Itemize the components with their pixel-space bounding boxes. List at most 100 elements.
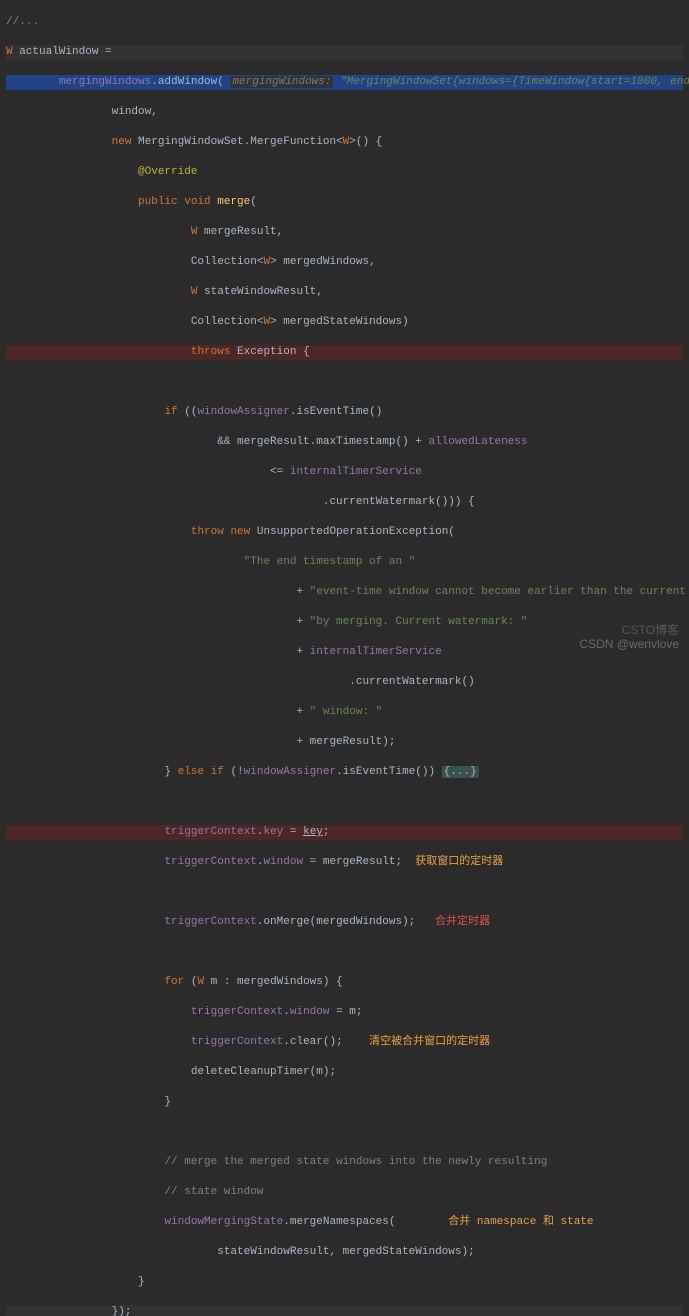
keyword: throws <box>191 346 231 358</box>
indent <box>6 526 191 538</box>
field: internalTimerService <box>290 466 422 478</box>
code-line: && mergeResult.maxTimestamp() + allowedL… <box>6 435 683 450</box>
indent <box>6 226 191 238</box>
field: windowAssigner <box>197 406 289 418</box>
text: Collection< <box>6 316 263 328</box>
code-line: public void merge( <box>6 195 683 210</box>
keyword: W <box>6 46 19 58</box>
code-line <box>6 1125 683 1140</box>
code-line: stateWindowResult, mergedStateWindows); <box>6 1245 683 1260</box>
code-editor[interactable]: //... W actualWindow = mergingWindows.ad… <box>0 0 689 1316</box>
code-line: + "event-time window cannot become earli… <box>6 585 683 600</box>
type: W <box>197 976 210 988</box>
annotation: @Override <box>138 166 197 178</box>
indent <box>6 1216 164 1228</box>
field: triggerContext <box>164 856 256 868</box>
field: key <box>263 826 283 838</box>
indent <box>6 136 112 148</box>
text: }); <box>6 1306 131 1316</box>
code-line: } else if (!windowAssigner.isEventTime()… <box>6 765 683 780</box>
text: . <box>283 1006 290 1018</box>
indent <box>6 1156 164 1168</box>
text: > mergedWindows, <box>270 256 376 268</box>
code-line: Collection<W> mergedStateWindows) <box>6 315 683 330</box>
reference: key <box>303 826 323 838</box>
text: + <box>6 706 310 718</box>
string: "The end timestamp of an " <box>244 556 416 568</box>
code-line: triggerContext.clear(); 清空被合并窗口的定时器 <box>6 1035 683 1050</box>
text: (( <box>178 406 198 418</box>
text: . <box>257 826 264 838</box>
code-line: }); <box>6 1305 683 1316</box>
code-line: W mergeResult, <box>6 225 683 240</box>
field: internalTimerService <box>310 646 442 658</box>
text: UnsupportedOperationException( <box>250 526 455 538</box>
indent <box>6 856 164 868</box>
text: .onMerge(mergedWindows); <box>257 916 415 928</box>
code-line: deleteCleanupTimer(m); <box>6 1065 683 1080</box>
param-hint-value: "MergingWindowSet{windows={TimeWindow{st… <box>333 76 689 88</box>
folded-block[interactable]: {...} <box>442 766 479 778</box>
code-line: windowMergingState.mergeNamespaces( 合并 n… <box>6 1215 683 1230</box>
text: Exception { <box>230 346 309 358</box>
field: allowedLateness <box>428 436 527 448</box>
code-line: @Override <box>6 165 683 180</box>
text: + <box>6 586 310 598</box>
code-line <box>6 885 683 900</box>
type: W <box>191 286 204 298</box>
text: stateWindowResult, mergedStateWindows); <box>6 1246 475 1258</box>
annotation-note: 获取窗口的定时器 <box>402 856 503 868</box>
code-line: .currentWatermark())) { <box>6 495 683 510</box>
field: mergingWindows <box>59 76 151 88</box>
text: m : mergedWindows) { <box>211 976 343 988</box>
text: + mergeResult); <box>6 736 395 748</box>
code-line: throw new UnsupportedOperationException( <box>6 525 683 540</box>
keyword: if <box>164 406 177 418</box>
indent <box>6 1036 191 1048</box>
text: .currentWatermark())) { <box>6 496 475 508</box>
code-line: + "by merging. Current watermark: " <box>6 615 683 630</box>
text: (! <box>224 766 244 778</box>
string: "by merging. Current watermark: " <box>310 616 528 628</box>
text: } <box>6 1096 171 1108</box>
code-line: // merge the merged state windows into t… <box>6 1155 683 1170</box>
field: window <box>263 856 303 868</box>
text: = mergeResult; <box>303 856 402 868</box>
code-line-error: throws Exception { <box>6 345 683 360</box>
field: triggerContext <box>191 1036 283 1048</box>
string: " window: " <box>310 706 383 718</box>
field: window <box>290 1006 330 1018</box>
field: triggerContext <box>164 826 256 838</box>
code-line: // state window <box>6 1185 683 1200</box>
text: && mergeResult.maxTimestamp() + <box>6 436 428 448</box>
code-line: "The end timestamp of an " <box>6 555 683 570</box>
indent <box>6 166 138 178</box>
text: = <box>98 46 111 58</box>
text: + <box>6 616 310 628</box>
text: .addWindow( <box>151 76 230 88</box>
keyword: else if <box>178 766 224 778</box>
text: ( <box>184 976 197 988</box>
code-line: <= internalTimerService <box>6 465 683 480</box>
text: <= <box>6 466 290 478</box>
indent <box>6 1006 191 1018</box>
text: deleteCleanupTimer(m); <box>6 1066 336 1078</box>
code-line: + " window: " <box>6 705 683 720</box>
param-hint: mergingWindows: <box>230 76 333 88</box>
text: ( <box>250 196 257 208</box>
annotation-note: 合并定时器 <box>415 916 490 928</box>
comment: // state window <box>164 1186 263 1198</box>
keyword: for <box>164 976 184 988</box>
indent <box>6 406 164 418</box>
code-line <box>6 795 683 810</box>
indent <box>6 1186 164 1198</box>
comment-text: //... <box>6 16 39 28</box>
code-line: W stateWindowResult, <box>6 285 683 300</box>
code-line <box>6 375 683 390</box>
code-line: } <box>6 1275 683 1290</box>
indent <box>6 76 59 88</box>
indent <box>6 346 191 358</box>
text: .currentWatermark() <box>6 676 475 688</box>
text: .isEventTime() <box>290 406 382 418</box>
code-line <box>6 945 683 960</box>
